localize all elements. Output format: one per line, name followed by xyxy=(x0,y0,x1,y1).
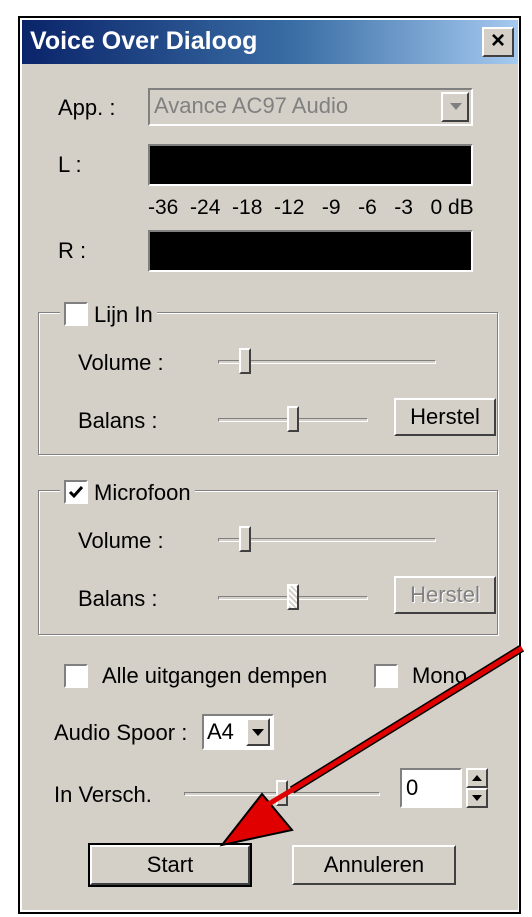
annotation-arrow xyxy=(219,644,525,847)
